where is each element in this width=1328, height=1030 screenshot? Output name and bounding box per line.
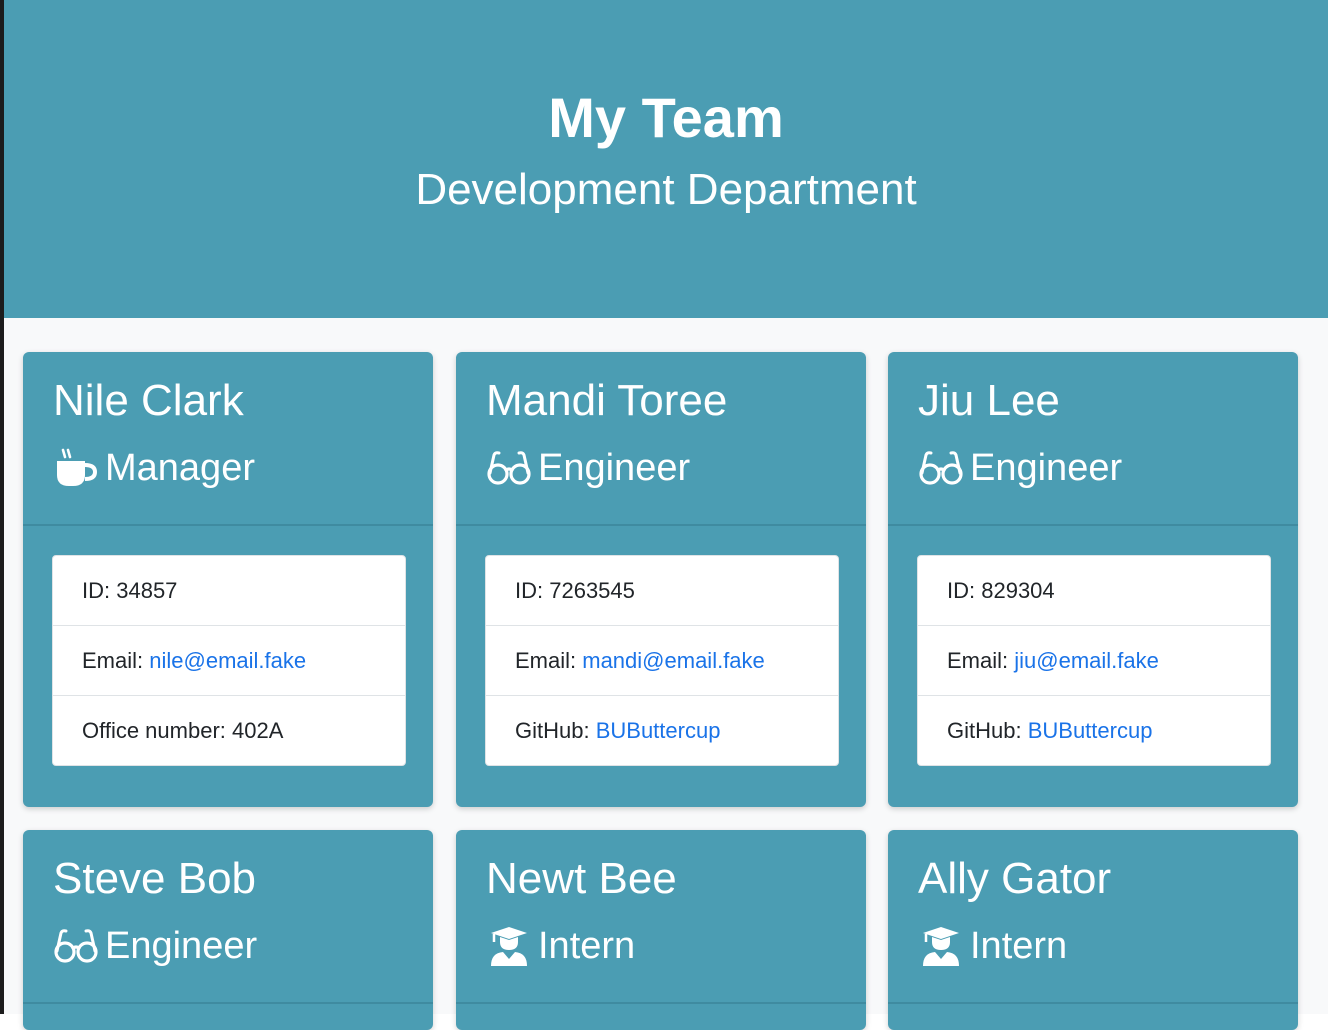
page-title: My Team [548,86,784,149]
card-header: Mandi Toree Engineer [456,352,866,526]
card-body: ID: 7263545 Email: mandi@email.fake GitH… [456,526,866,807]
id-row: ID: 34857 [53,556,405,626]
employee-card: Ally Gator Intern [888,830,1298,1030]
employee-role: Intern [918,924,1067,968]
glasses-icon [486,448,532,488]
employee-name: Jiu Lee [918,376,1060,425]
card-header: Steve Bob Engineer [23,830,433,1004]
window-left-edge [0,0,4,1014]
graduate-icon [918,926,964,966]
role-label: Intern [970,924,1068,967]
employee-name: Nile Clark [53,376,244,425]
github-link[interactable]: BUButtercup [1028,718,1153,743]
email-link[interactable]: mandi@email.fake [582,648,765,673]
id-label: ID: [947,578,982,603]
employee-card: Steve Bob Engineer [23,830,433,1030]
graduate-icon [486,926,532,966]
department-subtitle: Development Department [415,165,917,214]
role-label: Engineer [538,446,691,489]
coffee-icon [53,448,99,488]
employee-name: Newt Bee [486,854,677,903]
role-label: Intern [538,924,636,967]
card-header: Nile Clark Manager [23,352,433,526]
glasses-icon [918,448,964,488]
email-link[interactable]: jiu@email.fake [1014,648,1159,673]
employee-name: Mandi Toree [486,376,728,425]
info-list: ID: 829304 Email: jiu@email.fake GitHub:… [917,555,1271,766]
role-label: Manager [105,446,255,489]
github-label: GitHub: [947,718,1028,743]
glasses-icon [53,926,99,966]
email-row: Email: mandi@email.fake [486,626,838,696]
employee-card: Newt Bee Intern [456,830,866,1030]
github-label: GitHub: [515,718,596,743]
email-row: Email: jiu@email.fake [918,626,1270,696]
card-body: ID: 34857 Email: nile@email.fake Office … [23,526,433,807]
office-number-value: 402A [232,718,284,743]
id-value: 829304 [981,578,1055,603]
card-header: Jiu Lee Engineer [888,352,1298,526]
github-row: GitHub: BUButtercup [486,696,838,765]
employee-card: Nile Clark Manager ID: 34857 Email: nile… [23,352,433,807]
role-label: Engineer [105,924,258,967]
card-header: Newt Bee Intern [456,830,866,1004]
id-row: ID: 829304 [918,556,1270,626]
employee-card: Jiu Lee Engineer ID: 829304 Email: jiu@e… [888,352,1298,807]
employee-role: Engineer [486,446,690,490]
id-value: 7263545 [549,578,635,603]
employee-role: Intern [486,924,635,968]
id-label: ID: [82,578,117,603]
employee-card: Mandi Toree Engineer ID: 7263545 Email: … [456,352,866,807]
info-list: ID: 34857 Email: nile@email.fake Office … [52,555,406,766]
email-label: Email: [947,648,1015,673]
github-link[interactable]: BUButtercup [596,718,721,743]
email-row: Email: nile@email.fake [53,626,405,696]
id-row: ID: 7263545 [486,556,838,626]
github-row: GitHub: BUButtercup [918,696,1270,765]
office-number-label: Office number: [82,718,232,743]
email-label: Email: [515,648,583,673]
id-label: ID: [515,578,550,603]
role-label: Engineer [970,446,1123,489]
employee-role: Engineer [918,446,1122,490]
email-link[interactable]: nile@email.fake [149,648,306,673]
email-label: Email: [82,648,150,673]
employee-name: Ally Gator [918,854,1112,903]
card-body: ID: 829304 Email: jiu@email.fake GitHub:… [888,526,1298,807]
card-header: Ally Gator Intern [888,830,1298,1004]
header-banner: My Team Development Department [4,0,1328,318]
employee-name: Steve Bob [53,854,257,903]
employee-role: Manager [53,446,255,490]
employee-role: Engineer [53,924,257,968]
id-value: 34857 [116,578,178,603]
info-list: ID: 7263545 Email: mandi@email.fake GitH… [485,555,839,766]
office-number-row: Office number: 402A [53,696,405,765]
